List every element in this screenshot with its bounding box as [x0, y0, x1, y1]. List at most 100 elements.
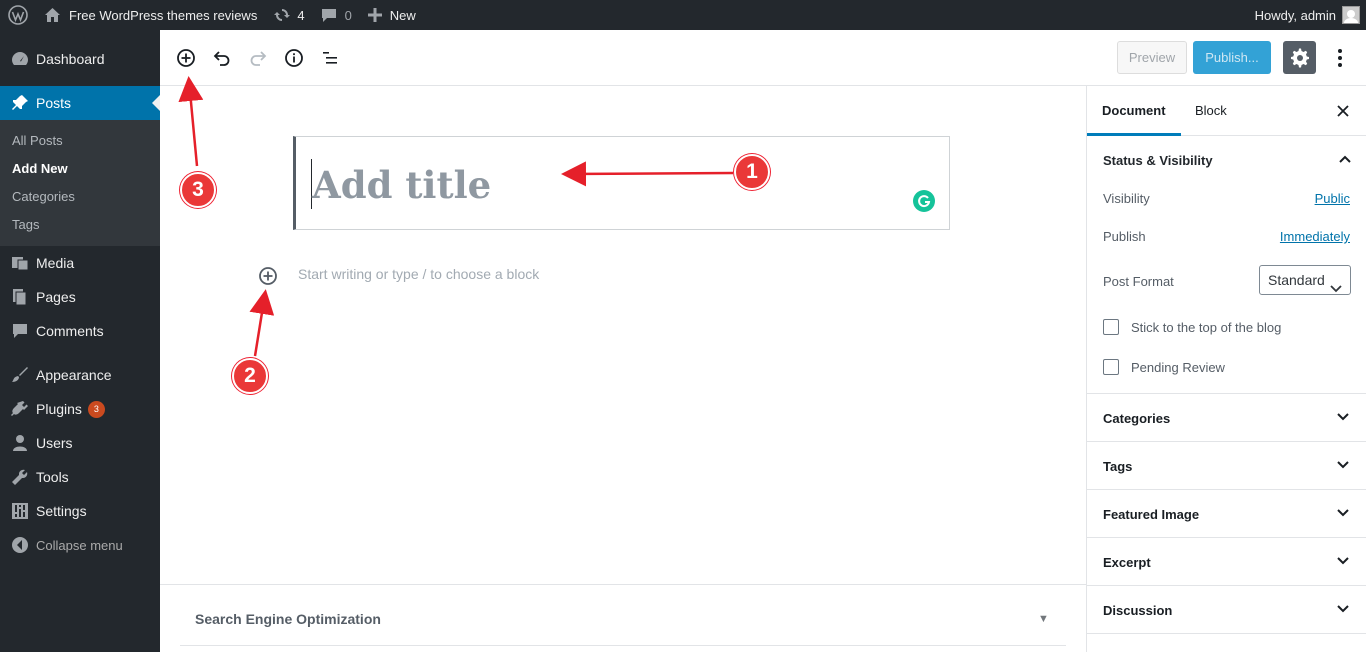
menu-media-label: Media: [36, 255, 75, 271]
undo-button[interactable]: [210, 46, 234, 70]
pending-review-checkbox[interactable]: [1103, 359, 1119, 375]
menu-dashboard[interactable]: Dashboard: [0, 42, 160, 76]
list-view-icon: [320, 48, 340, 68]
submenu-categories[interactable]: Categories: [0, 183, 160, 211]
chevron-down-icon: [1336, 554, 1352, 570]
info-icon: [284, 48, 304, 68]
media-icon: [10, 253, 30, 273]
settings-sliders-icon: [10, 501, 30, 521]
submenu-all-posts[interactable]: All Posts: [0, 127, 160, 155]
content-info-button[interactable]: [282, 46, 306, 70]
menu-settings[interactable]: Settings: [0, 494, 160, 528]
sidebar-tabs: Document Block: [1087, 86, 1366, 136]
pages-icon: [10, 287, 30, 307]
comments-icon: [10, 321, 30, 341]
pending-review-label: Pending Review: [1131, 360, 1225, 375]
plugins-update-badge: 3: [87, 400, 105, 418]
tab-block[interactable]: Block: [1195, 86, 1227, 136]
collapse-menu-button[interactable]: Collapse menu: [0, 528, 160, 562]
block-navigation-button[interactable]: [318, 46, 342, 70]
publish-date-link[interactable]: Immediately: [1280, 229, 1350, 244]
updates-count: 4: [297, 7, 305, 23]
vertical-ellipsis-icon: [1337, 48, 1343, 68]
panel-featured-image[interactable]: Featured Image: [1087, 490, 1366, 538]
annotation-marker-1: 1: [734, 154, 770, 190]
close-icon: [1337, 105, 1349, 117]
editor-header-toolbar: Preview Publish...: [160, 30, 1366, 86]
site-name-link[interactable]: Free WordPress themes reviews: [36, 0, 265, 30]
publish-button[interactable]: Publish...: [1193, 41, 1271, 74]
visibility-link[interactable]: Public: [1315, 191, 1350, 206]
chevron-down-icon: [1336, 458, 1352, 474]
gear-icon: [1290, 48, 1310, 68]
menu-plugins[interactable]: Plugins 3: [0, 392, 160, 426]
sticky-checkbox[interactable]: [1103, 319, 1119, 335]
menu-pages[interactable]: Pages: [0, 280, 160, 314]
redo-button[interactable]: [246, 46, 270, 70]
visibility-label: Visibility: [1103, 191, 1150, 206]
seo-toggle-arrow-icon[interactable]: ▼: [1038, 613, 1049, 625]
menu-users-label: Users: [36, 435, 73, 451]
panel-tags[interactable]: Tags: [1087, 442, 1366, 490]
divider: [180, 645, 1066, 646]
updates-icon: [273, 7, 291, 23]
new-content-link[interactable]: New: [360, 0, 424, 30]
status-visibility-title[interactable]: Status & Visibility: [1103, 153, 1213, 168]
submenu-tags[interactable]: Tags: [0, 211, 160, 239]
status-visibility-panel: Status & Visibility Visibility Public Pu…: [1087, 136, 1366, 394]
my-account[interactable]: Howdy, admin: [1255, 6, 1366, 24]
menu-settings-label: Settings: [36, 503, 87, 519]
menu-comments-label: Comments: [36, 323, 104, 339]
menu-tools[interactable]: Tools: [0, 460, 160, 494]
post-format-value: Standard: [1268, 272, 1325, 288]
menu-comments[interactable]: Comments: [0, 314, 160, 348]
avatar: [1342, 6, 1360, 24]
post-format-select[interactable]: Standard: [1259, 265, 1351, 295]
seo-metabox-title[interactable]: Search Engine Optimization: [195, 611, 381, 627]
post-title-field[interactable]: Add title: [293, 136, 950, 230]
admin-menu: Dashboard Posts All Posts Add New Catego…: [0, 30, 160, 652]
tab-document[interactable]: Document: [1087, 86, 1181, 136]
comments-link[interactable]: 0: [313, 0, 360, 30]
panel-categories[interactable]: Categories: [1087, 394, 1366, 442]
sticky-label: Stick to the top of the blog: [1131, 320, 1282, 335]
menu-plugins-label: Plugins: [36, 401, 82, 417]
more-options-button[interactable]: [1328, 46, 1352, 70]
panel-tags-label: Tags: [1103, 459, 1133, 474]
collapse-arrow-icon: [10, 535, 30, 555]
wrench-icon: [10, 467, 30, 487]
redo-icon: [248, 48, 268, 68]
settings-sidebar: Document Block Status & Visibility Visib…: [1086, 86, 1366, 652]
collapse-menu-label: Collapse menu: [36, 537, 123, 553]
menu-users[interactable]: Users: [0, 426, 160, 460]
plugin-icon: [10, 399, 30, 419]
post-format-label: Post Format: [1103, 274, 1174, 289]
preview-button[interactable]: Preview: [1117, 41, 1187, 74]
menu-media[interactable]: Media: [0, 246, 160, 280]
add-block-button[interactable]: [174, 46, 198, 70]
plus-icon: [367, 8, 382, 22]
default-block-appender[interactable]: Start writing or type / to choose a bloc…: [298, 266, 539, 282]
settings-toggle-button[interactable]: [1283, 41, 1316, 74]
close-sidebar-button[interactable]: [1334, 102, 1352, 120]
panel-discussion[interactable]: Discussion: [1087, 586, 1366, 634]
menu-appearance[interactable]: Appearance: [0, 358, 160, 392]
inline-block-inserter[interactable]: [257, 265, 279, 287]
panel-excerpt[interactable]: Excerpt: [1087, 538, 1366, 586]
add-block-icon: [258, 266, 278, 286]
chevron-up-icon[interactable]: [1338, 152, 1352, 169]
editor-content: Add title Start writing or type / to cho…: [160, 86, 1086, 652]
title-placeholder: Add title: [312, 163, 492, 207]
undo-icon: [212, 48, 232, 68]
wordpress-logo-icon[interactable]: [0, 0, 36, 30]
panel-excerpt-label: Excerpt: [1103, 555, 1151, 570]
users-icon: [10, 433, 30, 453]
comments-count: 0: [344, 7, 352, 23]
chevron-down-icon: [1336, 506, 1352, 522]
menu-posts[interactable]: Posts: [0, 86, 160, 120]
admin-bar: Free WordPress themes reviews 4 0 New Ho…: [0, 0, 1366, 30]
grammarly-icon[interactable]: [913, 190, 935, 212]
submenu-add-new[interactable]: Add New: [0, 155, 160, 183]
updates-link[interactable]: 4: [265, 0, 312, 30]
menu-pages-label: Pages: [36, 289, 76, 305]
